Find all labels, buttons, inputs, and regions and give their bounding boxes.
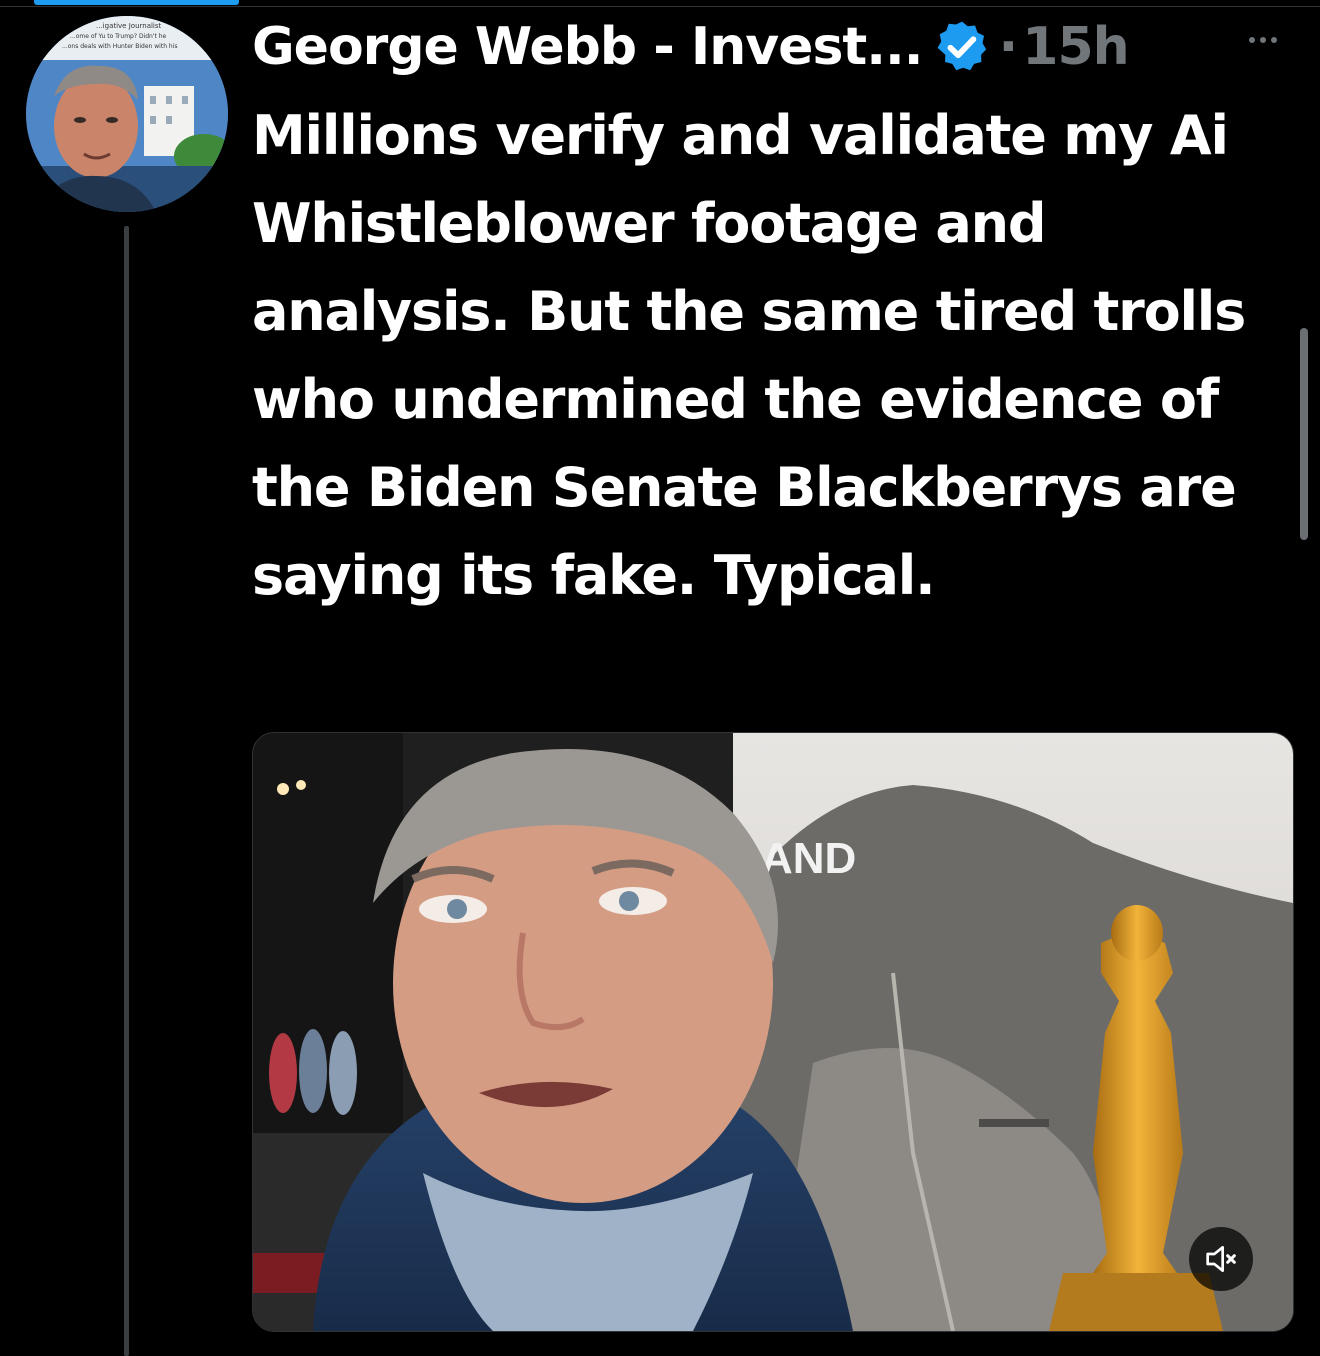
avatar-caption-line: ...igative Journalist (96, 22, 162, 30)
avatar-caption-line: ...ons deals with Hunter Biden with his (62, 43, 178, 50)
timestamp-link[interactable]: 15h (1022, 17, 1129, 77)
video-frame: AND (253, 733, 1293, 1331)
avatar-caption-line: ...ome of Yu to Trump? Didn't he (70, 33, 167, 40)
active-tab-indicator (34, 0, 239, 5)
dot (1260, 37, 1266, 43)
tweet-header: George Webb - Invest... · 15h (252, 12, 1302, 82)
avatar-image: ...igative Journalist ...ome of Yu to Tr… (26, 16, 228, 212)
dot (1271, 37, 1277, 43)
tweet-text: Millions verify and validate my Ai Whist… (252, 104, 1246, 607)
video-player[interactable]: AND (252, 732, 1294, 1332)
mute-toggle-button[interactable] (1189, 1227, 1253, 1291)
thread-connector-line (124, 226, 129, 1356)
verified-badge-icon[interactable] (933, 18, 991, 76)
separator-dot: · (998, 17, 1019, 77)
author-name[interactable]: George Webb - Invest... (252, 17, 924, 77)
scrollbar-thumb[interactable] (1300, 328, 1308, 540)
dot (1249, 37, 1255, 43)
more-options-icon[interactable] (1238, 20, 1288, 60)
divider (0, 6, 1320, 7)
hollywood-sign-text: AND (761, 834, 856, 883)
avatar[interactable]: ...igative Journalist ...ome of Yu to Tr… (26, 16, 228, 212)
speaker-muted-icon (1206, 1246, 1236, 1272)
